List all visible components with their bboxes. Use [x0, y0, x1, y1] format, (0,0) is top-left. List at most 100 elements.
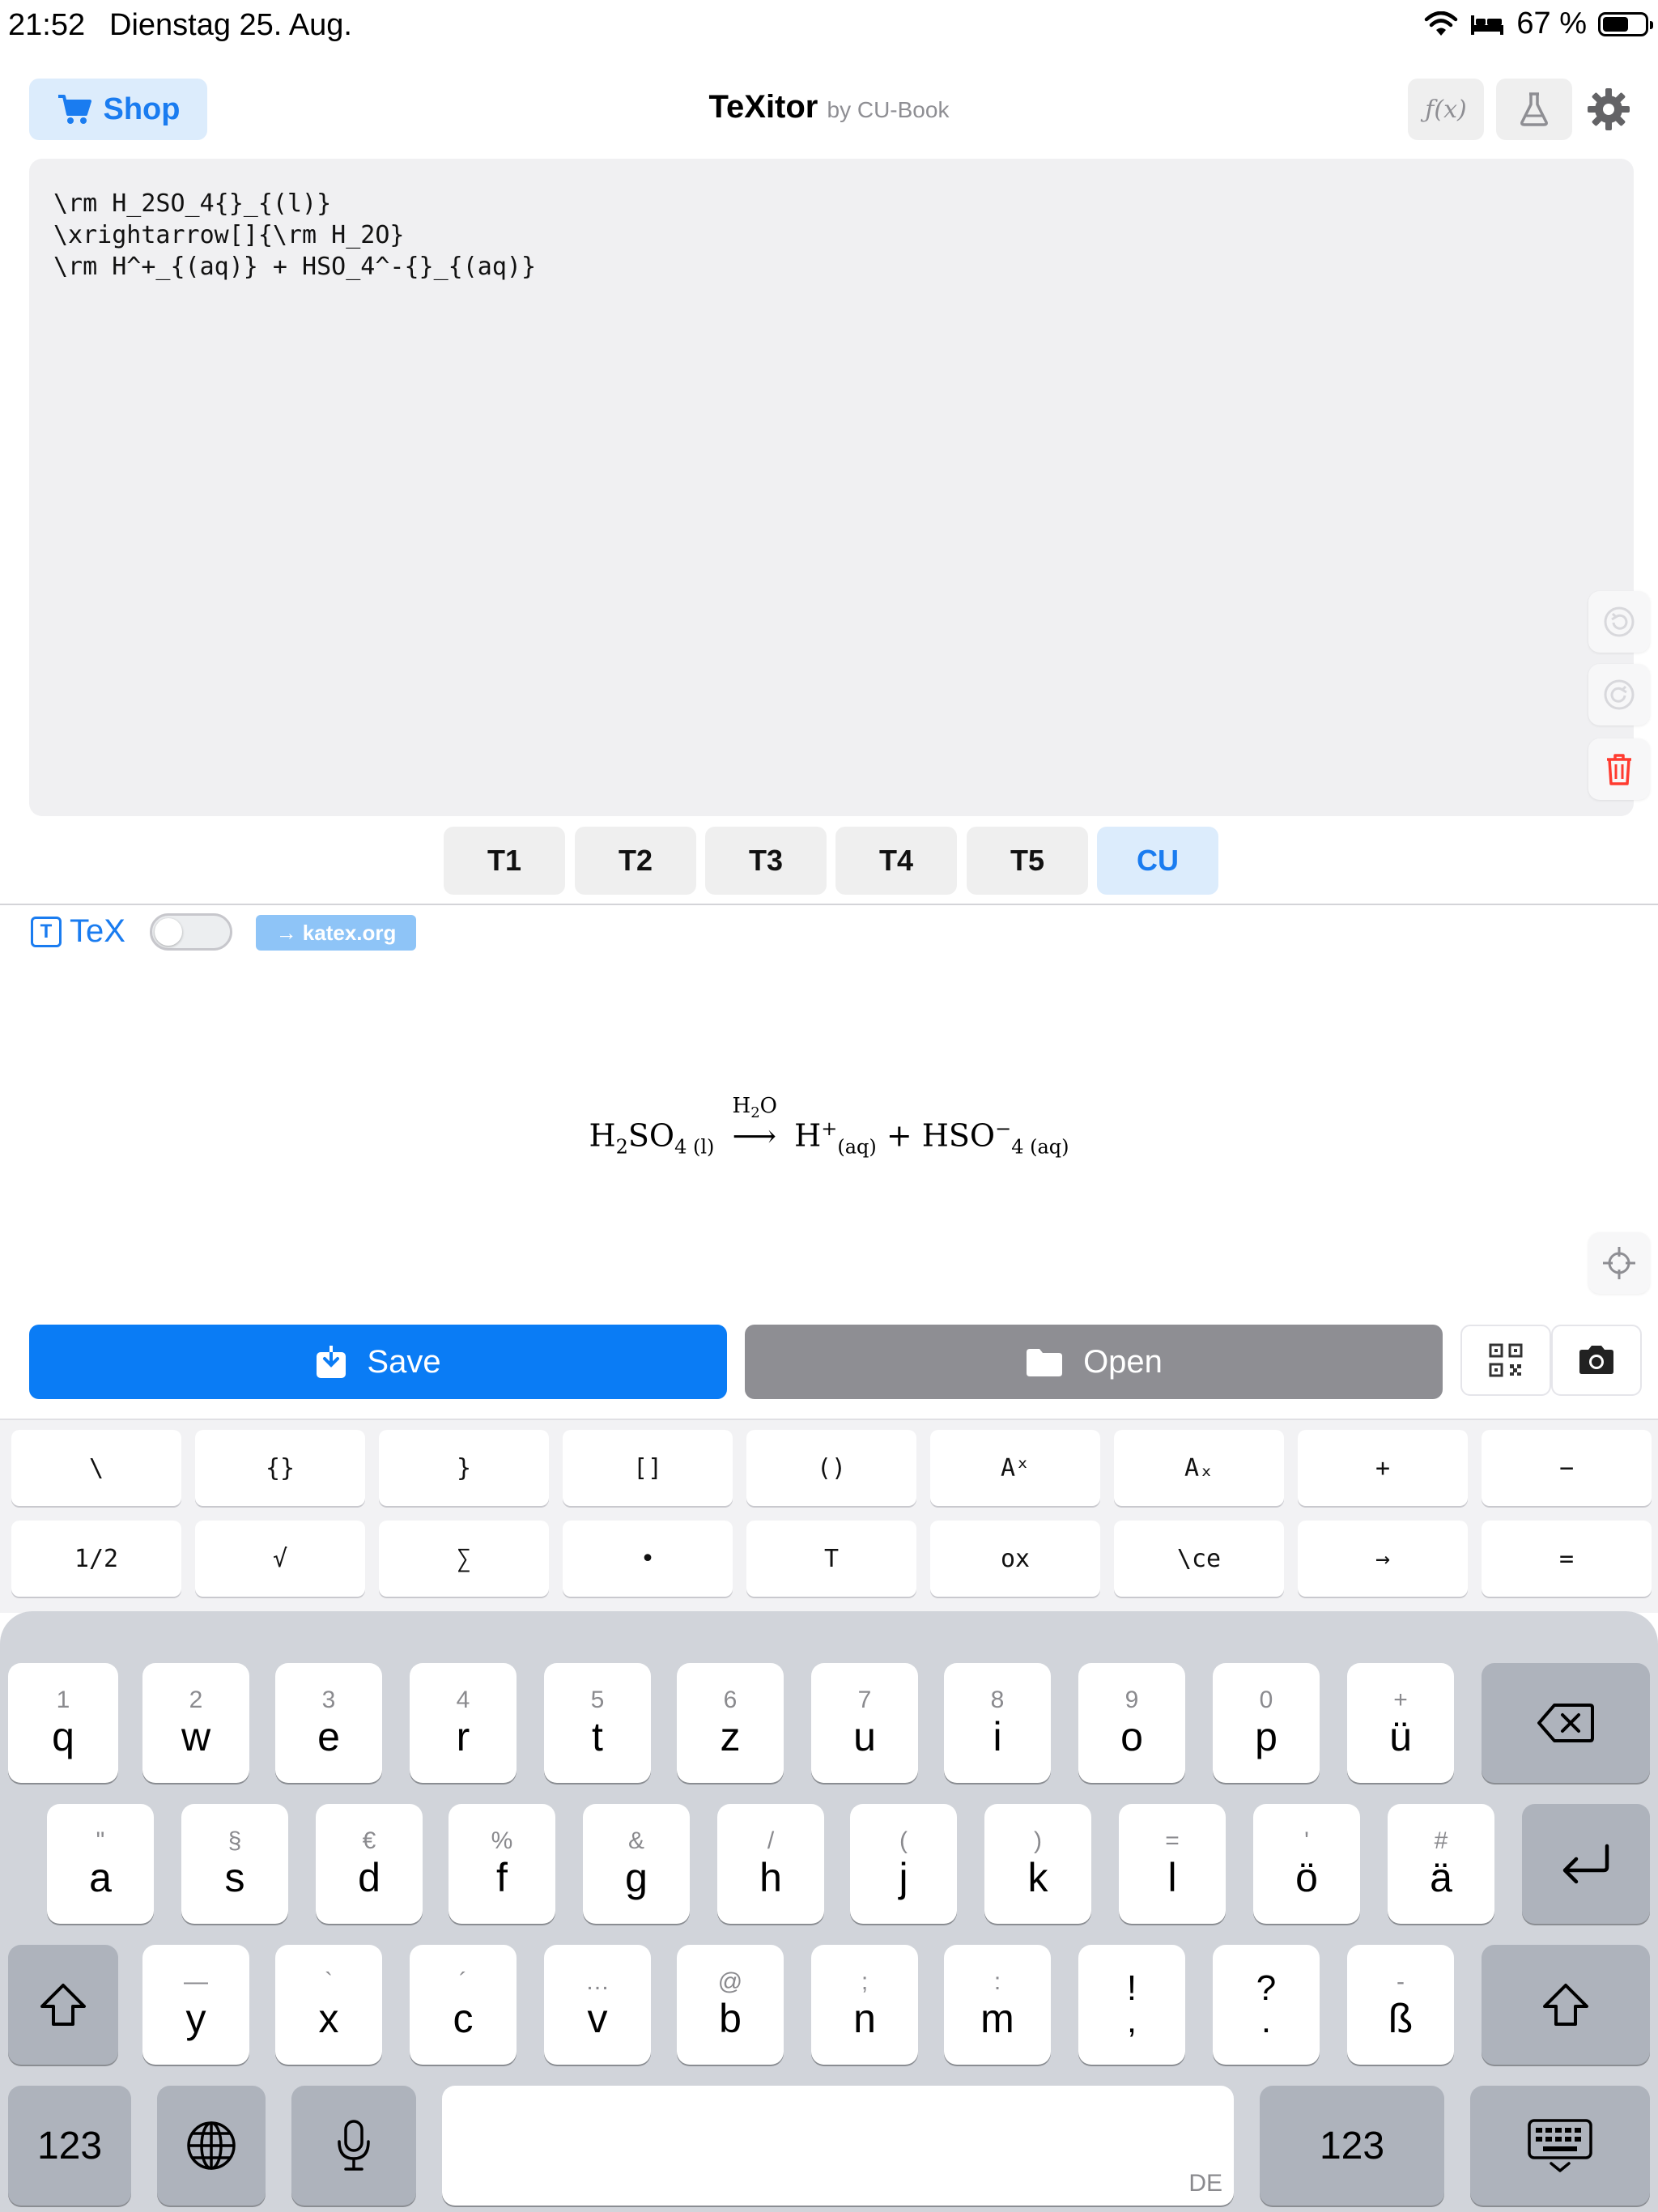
tab-t2[interactable]: T2: [575, 827, 696, 895]
key-hint: #: [1434, 1827, 1448, 1854]
accessory-key[interactable]: √: [195, 1521, 365, 1597]
key[interactable]: ) k: [984, 1804, 1091, 1924]
key[interactable]: :m: [944, 1945, 1051, 2065]
accessory-key[interactable]: →: [1298, 1521, 1468, 1597]
key[interactable]: 9o: [1078, 1663, 1185, 1783]
key-label: h: [759, 1855, 782, 1900]
key-hint: =: [1165, 1827, 1180, 1854]
undo-icon: [1604, 606, 1635, 637]
key[interactable]: § s: [181, 1804, 288, 1924]
key[interactable]: = l: [1119, 1804, 1226, 1924]
microphone-icon: [338, 2120, 370, 2171]
accessory-key[interactable]: +: [1298, 1430, 1468, 1506]
key-hint: +: [1393, 1687, 1408, 1713]
key[interactable]: # ä: [1388, 1804, 1494, 1924]
accessory-key[interactable]: Aₓ: [1114, 1430, 1284, 1506]
key[interactable]: % f: [449, 1804, 555, 1924]
numbers-key-left[interactable]: 123: [8, 2086, 131, 2206]
space-key[interactable]: DE: [442, 2086, 1234, 2206]
keyboard-language: DE: [1188, 2170, 1222, 2197]
accessory-key[interactable]: T: [746, 1521, 916, 1597]
folder-icon: [1027, 1349, 1063, 1376]
tex-toggle[interactable]: [150, 913, 232, 951]
code-line: \xrightarrow[]{\rm H_2O}: [53, 221, 405, 249]
tab-t1[interactable]: T1: [444, 827, 565, 895]
redo-icon: [1604, 679, 1635, 710]
key[interactable]: " a: [47, 1804, 154, 1924]
tab-t4[interactable]: T4: [835, 827, 957, 895]
key[interactable]: !,: [1078, 1945, 1185, 2065]
key[interactable]: ' ö: [1253, 1804, 1360, 1924]
accessory-key[interactable]: Aˣ: [930, 1430, 1100, 1506]
key[interactable]: 8i: [944, 1663, 1051, 1783]
qr-button[interactable]: [1460, 1325, 1551, 1396]
key[interactable]: ?.: [1213, 1945, 1320, 2065]
key-label: ä: [1430, 1855, 1452, 1900]
key[interactable]: ; n: [811, 1945, 918, 2065]
key[interactable]: @ b: [677, 1945, 784, 2065]
key[interactable]: (j: [850, 1804, 957, 1924]
key[interactable]: 1q: [8, 1663, 118, 1783]
key[interactable]: / h: [717, 1804, 824, 1924]
open-button[interactable]: Open: [745, 1325, 1443, 1399]
formula-sub: 4: [1011, 1135, 1024, 1159]
globe-key[interactable]: [157, 2086, 266, 2206]
accessory-key[interactable]: \ce: [1114, 1521, 1284, 1597]
key[interactable]: ` x: [275, 1945, 382, 2065]
key[interactable]: … v: [544, 1945, 651, 2065]
key[interactable]: 2w: [142, 1663, 249, 1783]
key-hint: ?: [1256, 1968, 1277, 2008]
accessory-key[interactable]: }: [379, 1430, 549, 1506]
key[interactable]: 5t: [544, 1663, 651, 1783]
settings-button[interactable]: [1580, 81, 1637, 138]
formula-phase: (aq): [837, 1135, 877, 1159]
undo-button[interactable]: [1588, 591, 1650, 653]
key[interactable]: 7u: [811, 1663, 918, 1783]
tex-icon: T: [31, 916, 62, 947]
backspace-key[interactable]: [1482, 1663, 1650, 1783]
accessory-key[interactable]: {}: [195, 1430, 365, 1506]
accessory-key[interactable]: (): [746, 1430, 916, 1506]
accessory-key[interactable]: =: [1482, 1521, 1652, 1597]
shift-key-left[interactable]: [8, 1945, 118, 2065]
formula-charge: −: [995, 1117, 1012, 1140]
tex-label: T TeX: [31, 913, 125, 950]
katex-link[interactable]: → katex.org: [256, 915, 416, 951]
key-hint: ;: [861, 1968, 869, 1995]
key[interactable]: ´ c: [410, 1945, 517, 2065]
key[interactable]: + ü: [1347, 1663, 1454, 1783]
formula-h: H: [732, 1093, 751, 1118]
key[interactable]: 4r: [410, 1663, 517, 1783]
accessory-key[interactable]: \: [11, 1430, 181, 1506]
key[interactable]: € d: [316, 1804, 423, 1924]
shift-key-right[interactable]: [1482, 1945, 1650, 2065]
accessory-key[interactable]: []: [563, 1430, 733, 1506]
chemistry-button[interactable]: [1496, 79, 1572, 140]
key[interactable]: & g: [583, 1804, 690, 1924]
key[interactable]: 0p: [1213, 1663, 1320, 1783]
key[interactable]: — y: [142, 1945, 249, 2065]
key[interactable]: 6z: [677, 1663, 784, 1783]
center-button[interactable]: [1588, 1232, 1650, 1294]
key[interactable]: 3e: [275, 1663, 382, 1783]
save-button[interactable]: Save: [29, 1325, 727, 1399]
redo-button[interactable]: [1588, 664, 1650, 725]
dictation-key[interactable]: [291, 2086, 416, 2206]
accessory-key[interactable]: −: [1482, 1430, 1652, 1506]
tab-t3[interactable]: T3: [705, 827, 827, 895]
dismiss-keyboard-key[interactable]: [1470, 2086, 1650, 2206]
function-button[interactable]: ƒ(x): [1408, 79, 1484, 140]
tab-t5[interactable]: T5: [967, 827, 1088, 895]
return-key[interactable]: [1522, 1804, 1650, 1924]
key-label: j: [899, 1855, 908, 1900]
accessory-key[interactable]: ∑: [379, 1521, 549, 1597]
accessory-key[interactable]: ox: [930, 1521, 1100, 1597]
numbers-key-right[interactable]: 123: [1260, 2086, 1444, 2206]
tab-cu[interactable]: CU: [1097, 827, 1218, 895]
accessory-key[interactable]: •: [563, 1521, 733, 1597]
accessory-key[interactable]: 1/2: [11, 1521, 181, 1597]
key[interactable]: -ß: [1347, 1945, 1454, 2065]
delete-button[interactable]: [1588, 738, 1650, 800]
camera-button[interactable]: [1551, 1325, 1642, 1396]
editor-content[interactable]: \rm H_2SO_4{}_{(l)} \xrightarrow[]{\rm H_…: [53, 188, 536, 283]
